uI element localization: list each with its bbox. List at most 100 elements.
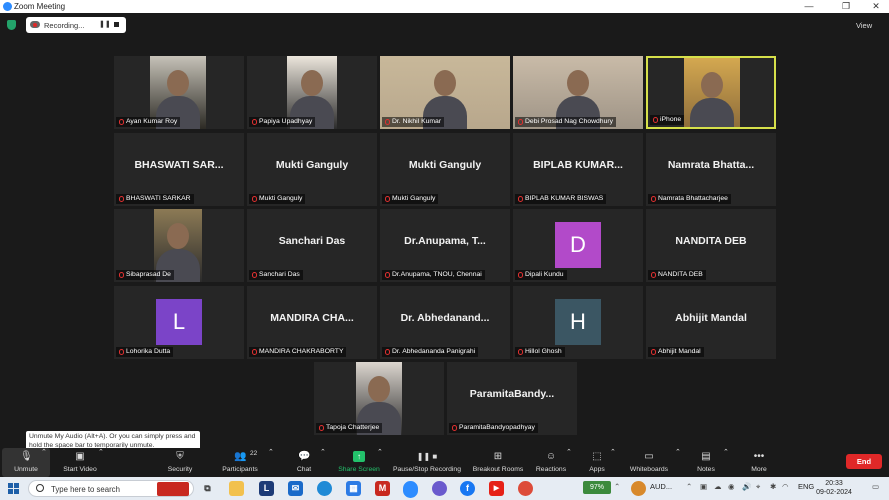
whiteboards-chevron-icon[interactable]: ⌃ [675,448,681,477]
edge-browser-icon[interactable] [317,481,332,496]
mail-icon[interactable]: ✉ [288,481,303,496]
participants-chevron-icon[interactable]: ⌃ [268,448,274,477]
participant-tile[interactable]: BIPLAB KUMAR... BIPLAB KUMAR BISWAS [513,133,643,206]
participant-display-name: NANDITA DEB [675,235,747,247]
volume-icon[interactable]: 🔊 [742,482,751,491]
zoom-taskbar-icon[interactable] [403,481,418,496]
stop-recording-button[interactable] [114,22,119,27]
muted-mic-icon [252,272,257,278]
participant-tile[interactable]: ParamitaBandy... ParamitaBandyopadhyay [447,362,577,435]
close-button[interactable]: ✕ [866,1,886,12]
chat-chevron-icon[interactable]: ⌃ [320,448,326,477]
pause-stop-recording-label: Pause/Stop Recording [392,466,461,473]
notifications-icon[interactable]: ▭ [872,482,879,491]
cloud-sync-icon[interactable]: ☁ [714,482,722,491]
end-meeting-button[interactable]: End [846,454,882,469]
participant-tile[interactable]: Dr. Abhedanand... Dr. Abhedananda Panigra… [380,286,510,359]
store-icon[interactable]: ▦ [346,481,361,496]
participant-tile[interactable]: Dr.Anupama, T... Dr.Anupama, TNOU, Chenna… [380,209,510,282]
participant-tile[interactable]: Mukti Ganguly Mukti Ganguly [380,133,510,206]
participant-tile[interactable]: D Dipali Kundu [513,209,643,282]
participant-name-label: iPhone [650,115,685,125]
participant-tile[interactable]: L Lohorika Dutta [114,286,244,359]
participant-name-label: Dipali Kundu [515,270,567,280]
participant-tile[interactable]: Abhijit Mandal Abhijit Mandal [646,286,776,359]
muted-mic-icon [452,425,457,431]
participant-display-name: Mukti Ganguly [408,159,482,171]
app-extension-icon[interactable] [432,481,447,496]
youtube-icon[interactable]: ▶ [489,481,504,496]
encryption-shield-icon[interactable] [7,20,16,30]
participant-tile[interactable]: Mukti Ganguly Mukti Ganguly [247,133,377,206]
security-button[interactable]: ⛨ Security [156,448,204,477]
participant-tile[interactable]: iPhone [646,56,776,129]
maximize-button[interactable]: ❐ [836,1,856,12]
participant-name-label: Papiya Upadhyay [249,117,316,127]
zoom-logo-icon [3,2,12,11]
location-icon[interactable]: ⌖ [756,482,760,492]
tray-app-icon[interactable]: ▣ [700,482,707,491]
task-view-icon[interactable]: ⧉ [200,481,215,496]
pause-recording-button[interactable]: ❚❚ [99,20,111,28]
mcafee-icon[interactable]: M [375,481,390,496]
windows-start-icon[interactable] [8,483,19,494]
participant-face [167,223,189,249]
muted-mic-icon [651,272,656,278]
participant-tile[interactable]: H Hillol Ghosh [513,286,643,359]
muted-mic-icon [385,349,390,355]
participant-tile[interactable]: Sanchari Das Sanchari Das [247,209,377,282]
reactions-chevron-icon[interactable]: ⌃ [566,448,572,477]
show-hidden-icons-chevron-icon[interactable]: ⌃ [614,482,620,491]
view-button[interactable]: View [849,18,885,32]
minimize-button[interactable]: — [799,1,819,11]
participant-tile[interactable]: Debi Prosad Nag Chowdhury [513,56,643,129]
notes-button[interactable]: ▤ Notes [690,448,722,477]
file-explorer-icon[interactable] [229,481,244,496]
share-chevron-icon[interactable]: ⌃ [377,448,383,477]
participant-tile[interactable]: Papiya Upadhyay [247,56,377,129]
participant-name: BIPLAB KUMAR BISWAS [525,195,604,202]
whiteboards-button[interactable]: ▭ Whiteboards [626,448,672,477]
chrome-icon[interactable] [518,481,533,496]
participant-face [167,70,189,96]
participant-tile[interactable]: NANDITA DEB NANDITA DEB [646,209,776,282]
participant-tile[interactable]: Tapoja Chatterjee [314,362,444,435]
video-options-chevron-icon[interactable]: ⌃ [98,448,104,477]
breakout-rooms-button[interactable]: ⊞ Breakout Rooms [469,448,527,477]
taskbar-clock[interactable]: 20:33 09-02-2024 [814,479,854,497]
participant-face [368,376,390,402]
view-label: View [856,21,873,30]
participant-name: iPhone [660,116,682,123]
network-icon[interactable]: ◉ [728,482,735,491]
participant-tile[interactable]: Ayan Kumar Roy [114,56,244,129]
title-bar: Zoom Meeting — ❐ ✕ [0,0,889,13]
apps-icon: ⬚ [592,451,602,462]
more-label: More [751,466,767,473]
battery-indicator[interactable]: 97% [583,481,611,494]
tray-expand-chevron-icon[interactable]: ⌃ [686,482,692,491]
language-indicator[interactable]: ENG [798,482,814,491]
pause-stop-recording-button[interactable]: ❚❚ ■ Pause/Stop Recording [389,448,465,477]
apps-button[interactable]: ⬚ Apps [580,448,614,477]
taskbar-search-box[interactable]: Type here to search [28,480,194,497]
participant-tile[interactable]: Namrata Bhatta... Namrata Bhattacharjee [646,133,776,206]
participant-tile[interactable]: Dr. Nikhil Kumar [380,56,510,129]
facebook-icon[interactable]: f [460,481,475,496]
participant-name: Dr. Abhedananda Panigrahi [392,348,476,355]
participant-tile[interactable]: MANDIRA CHA... MANDIRA CHAKRABORTY [247,286,377,359]
participants-button[interactable]: 👥 22 Participants [216,448,264,477]
app-l-icon[interactable]: L [259,481,274,496]
start-video-button[interactable]: ▣ Start Video [56,448,104,477]
bluetooth-icon[interactable]: ✱ [770,482,776,491]
participant-display-name: MANDIRA CHA... [270,312,354,324]
participant-tile[interactable]: BHASWATI SAR... BHASWATI SARKAR [114,133,244,206]
weather-icon[interactable] [631,481,646,496]
apps-chevron-icon[interactable]: ⌃ [610,448,616,477]
notes-chevron-icon[interactable]: ⌃ [723,448,729,477]
audio-options-chevron-icon[interactable]: ⌃ [41,448,47,477]
wifi-icon[interactable]: ◠ [782,482,789,491]
audio-label[interactable]: AUD... [650,482,672,491]
participant-tile[interactable]: Sibaprasad De [114,209,244,282]
more-button[interactable]: ••• More [742,448,776,477]
muted-mic-icon [252,196,257,202]
